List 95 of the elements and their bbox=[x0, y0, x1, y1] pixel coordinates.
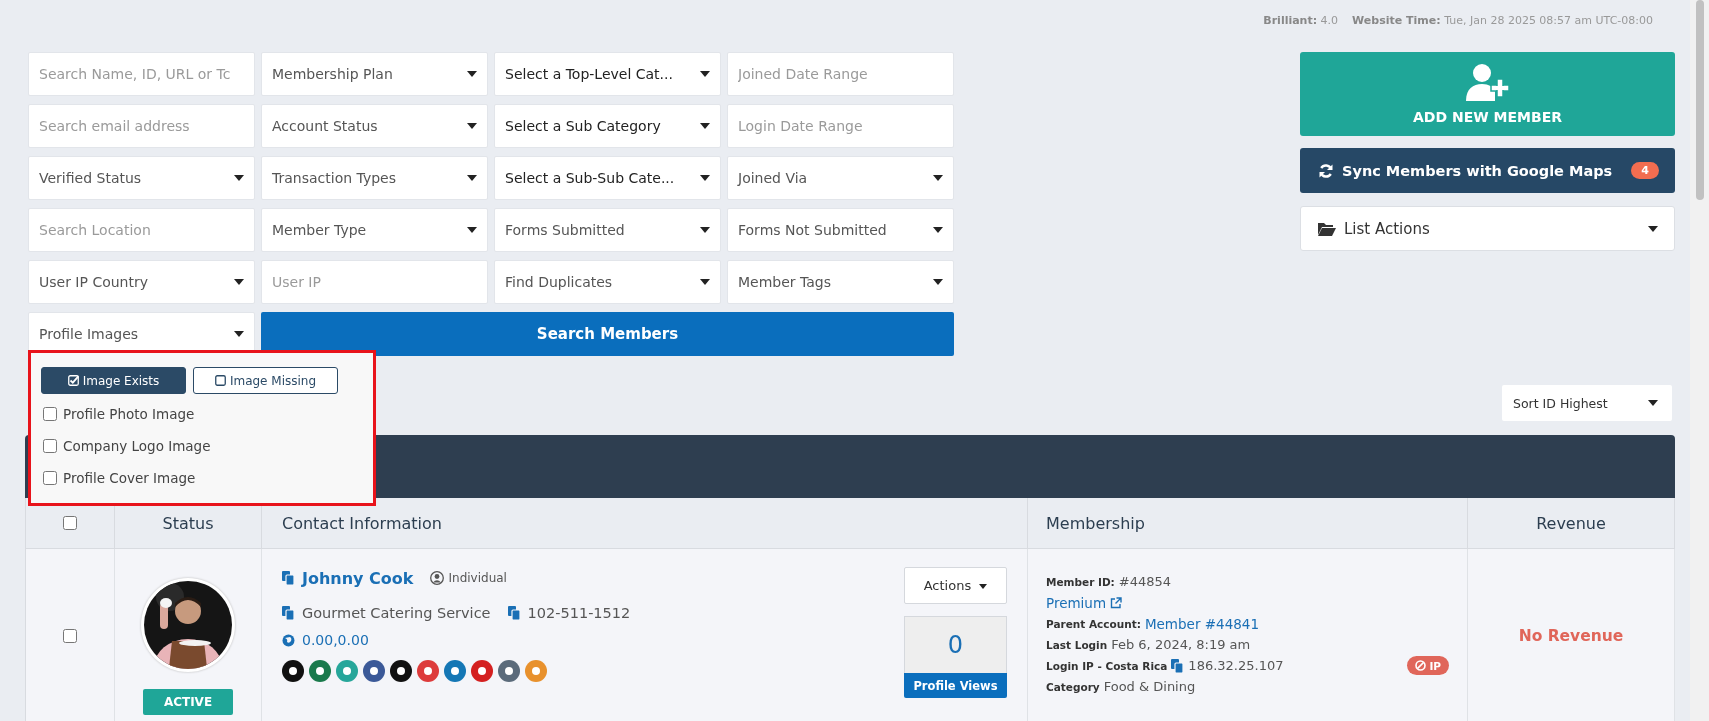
caret-icon bbox=[1648, 225, 1658, 232]
external-link-icon bbox=[1110, 596, 1123, 609]
dropdown[interactable]: Find Duplicates bbox=[494, 260, 721, 304]
refresh-icon bbox=[1318, 162, 1334, 179]
dropdown[interactable]: Transaction Types bbox=[261, 156, 488, 200]
checkbox[interactable] bbox=[43, 407, 57, 421]
scroll-thumb[interactable] bbox=[1695, 0, 1704, 200]
dropdown[interactable]: Member Type bbox=[261, 208, 488, 252]
caret-icon bbox=[234, 175, 244, 181]
caret-icon bbox=[933, 175, 943, 181]
dropdown[interactable]: Verified Status bbox=[28, 156, 255, 200]
parent-account-link[interactable]: Member #44841 bbox=[1144, 615, 1259, 632]
coordinates-link[interactable]: 0.00,0.00 bbox=[302, 632, 369, 648]
member-id: #44854 bbox=[1118, 574, 1172, 589]
dropdown[interactable]: Member Tags bbox=[727, 260, 954, 304]
image-mode-button[interactable]: Image Exists bbox=[41, 367, 186, 394]
image-mode-button[interactable]: Image Missing bbox=[193, 367, 338, 394]
caret-icon bbox=[467, 71, 477, 77]
checkbox[interactable] bbox=[43, 439, 57, 453]
caret-icon bbox=[234, 331, 244, 337]
profile-views-button[interactable]: Profile Views bbox=[904, 673, 1007, 698]
login-ip: 186.32.25.107 bbox=[1188, 658, 1284, 673]
select-all-checkbox[interactable] bbox=[63, 516, 77, 530]
option-label: Profile Cover Image bbox=[63, 470, 196, 486]
dropdown[interactable]: Forms Submitted bbox=[494, 208, 721, 252]
column-header: Membership bbox=[1046, 513, 1145, 533]
user-icon bbox=[430, 571, 445, 585]
plan-link[interactable]: Premium bbox=[1046, 594, 1107, 611]
company-name: Gourmet Catering Service bbox=[302, 605, 491, 621]
last-login: Feb 6, 2024, 8:19 am bbox=[1111, 637, 1251, 652]
caret-icon bbox=[700, 279, 710, 285]
input-field[interactable]: Search email address bbox=[28, 104, 255, 148]
caret-icon bbox=[467, 123, 477, 129]
rating-text: Brilliant: 4.0 bbox=[1263, 13, 1339, 27]
checkbox[interactable] bbox=[43, 471, 57, 485]
member-id-label: Member ID: bbox=[1046, 575, 1115, 588]
input-field[interactable]: Search Location bbox=[28, 208, 255, 252]
sort-dropdown[interactable]: Sort ID Highest bbox=[1502, 385, 1672, 421]
phone-number: 102-511-1512 bbox=[527, 605, 631, 621]
square-icon bbox=[214, 375, 226, 386]
list-actions-dropdown[interactable]: List Actions bbox=[1300, 206, 1675, 251]
caret-icon bbox=[979, 584, 988, 589]
ban-icon bbox=[1415, 660, 1427, 671]
dropdown[interactable]: Account Status bbox=[261, 104, 488, 148]
option-label: Profile Photo Image bbox=[63, 406, 195, 422]
copy-icon bbox=[282, 606, 295, 620]
input-field[interactable]: User IP bbox=[261, 260, 488, 304]
copy-icon bbox=[507, 606, 521, 620]
parent-account-label: Parent Account: bbox=[1046, 617, 1141, 630]
caret-icon bbox=[1648, 400, 1658, 406]
count-badge: 4 bbox=[1631, 162, 1659, 179]
caret-icon bbox=[467, 175, 477, 181]
caret-icon bbox=[700, 123, 710, 129]
option-label: Company Logo Image bbox=[63, 438, 211, 454]
row-checkbox[interactable] bbox=[63, 628, 77, 643]
scrollbar[interactable] bbox=[1690, 0, 1709, 721]
checked-box-icon bbox=[67, 375, 79, 386]
website-time: Website Time: Tue, Jan 28 2025 08:57 am UTC-08:00 bbox=[1352, 13, 1653, 27]
member-name-link[interactable]: Johnny Cook bbox=[302, 568, 414, 588]
dropdown[interactable]: Select a Top-Level Cat... bbox=[494, 52, 721, 96]
input-field[interactable]: Joined Date Range bbox=[727, 52, 954, 96]
actions-button[interactable]: Actions bbox=[904, 567, 1007, 604]
caret-icon bbox=[467, 227, 477, 233]
search-button[interactable]: Search Members bbox=[261, 312, 954, 356]
caret-icon bbox=[234, 279, 244, 285]
caret-icon bbox=[933, 227, 943, 233]
folder-icon bbox=[1318, 221, 1336, 236]
login-ip-label: Login IP - Costa Rica bbox=[1046, 659, 1168, 672]
caret-icon bbox=[700, 71, 710, 77]
views-counter: 0 bbox=[904, 616, 1007, 673]
input-field[interactable]: Search Name, ID, URL or Tc bbox=[28, 52, 255, 96]
status-badge: ACTIVE bbox=[143, 688, 233, 715]
member-type: Individual bbox=[448, 571, 507, 585]
input-field[interactable]: Login Date Range bbox=[727, 104, 954, 148]
last-login-label: Last Login bbox=[1046, 638, 1108, 651]
column-header: Revenue bbox=[1536, 513, 1606, 533]
category-label: Category bbox=[1046, 680, 1100, 693]
column-header: Status bbox=[162, 513, 214, 533]
category: Food & Dining bbox=[1103, 679, 1196, 694]
dropdown[interactable]: Membership Plan bbox=[261, 52, 488, 96]
caret-icon bbox=[700, 227, 710, 233]
dropdown[interactable]: Forms Not Submitted bbox=[727, 208, 954, 252]
revenue-status: No Revenue bbox=[1518, 626, 1624, 645]
caret-icon bbox=[700, 175, 710, 181]
user-plus-icon bbox=[1464, 63, 1511, 103]
globe-icon bbox=[282, 633, 295, 647]
sync-button[interactable]: Sync Members with Google Maps 4 bbox=[1300, 148, 1675, 193]
copy-icon bbox=[282, 571, 295, 585]
dropdown[interactable]: Select a Sub-Sub Cate... bbox=[494, 156, 721, 200]
dropdown[interactable]: User IP Country bbox=[28, 260, 255, 304]
dropdown[interactable]: Select a Sub Category bbox=[494, 104, 721, 148]
copy-icon bbox=[1171, 658, 1185, 673]
caret-icon bbox=[933, 279, 943, 285]
dropdown[interactable]: Joined Via bbox=[727, 156, 954, 200]
column-header: Contact Information bbox=[282, 513, 442, 533]
